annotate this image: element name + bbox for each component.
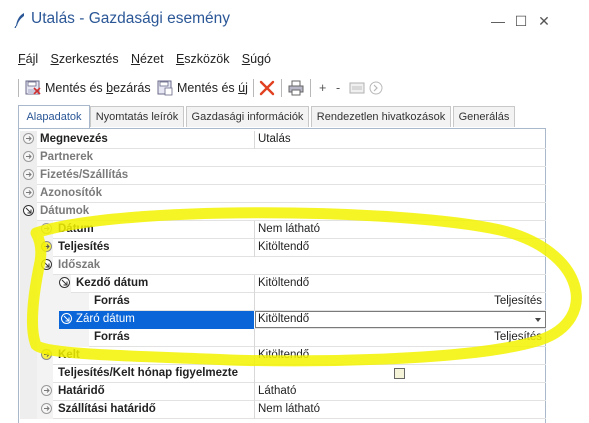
value-dropdown[interactable]: Kitöltendő [255, 311, 546, 328]
grid-row-megnevezes[interactable]: Megnevezés Utalás [20, 131, 546, 149]
menu-help[interactable]: Súgó [242, 52, 271, 66]
dropdown-value: Kitöltendő [258, 313, 310, 325]
collapse-arrow-icon[interactable] [41, 259, 52, 270]
save-and-new-button[interactable]: Mentés és új [157, 78, 248, 98]
save-new-icon [157, 80, 173, 96]
row-label: Dátum [58, 223, 94, 235]
save-and-close-button[interactable]: Mentés és bezárás [25, 78, 151, 98]
row-value[interactable]: Utalás [258, 133, 291, 145]
row-label: Határidő [58, 385, 105, 397]
grid-row-teljesites[interactable]: Teljesítés Kitöltendő [20, 239, 546, 257]
menu-tools[interactable]: Eszközök [176, 52, 230, 66]
export-button[interactable] [349, 78, 369, 98]
grid-row-datumok[interactable]: Dátumok [20, 203, 546, 221]
warning-checkbox[interactable] [394, 368, 405, 379]
grid-row-szallitasi-hatarido[interactable]: Szállítási határidő Nem látható [20, 401, 546, 419]
menu-view[interactable]: Nézet [131, 52, 164, 66]
collapse-arrow-icon[interactable] [59, 277, 70, 288]
feather-pen-icon [14, 13, 24, 28]
toolbar-separator [253, 79, 254, 97]
row-value[interactable]: Nem látható [258, 403, 320, 415]
grid-row-fizetes-szallitas[interactable]: Fizetés/Szállítás [20, 167, 546, 185]
grid-row-forras[interactable]: Forrás Teljesítés [20, 329, 546, 347]
row-label: Partnerek [40, 151, 94, 163]
row-value[interactable]: Kitöltendő [258, 277, 309, 289]
toolbar: Mentés és bezárás Mentés és új + - [18, 78, 578, 98]
chevron-down-icon[interactable] [535, 318, 541, 322]
grid-row-zaro-datum-selected[interactable]: Záró dátum Kitöltendő [20, 311, 546, 329]
grid-row-kezdo-datum[interactable]: Kezdő dátum Kitöltendő [20, 275, 546, 293]
printer-icon [288, 80, 304, 96]
zoom-out-button[interactable]: - [336, 78, 340, 98]
grid-row-partnerek[interactable]: Partnerek [20, 149, 546, 167]
collapse-arrow-icon[interactable] [23, 205, 34, 216]
row-label: Záró dátum [76, 313, 135, 325]
menu-file[interactable]: Fájl [18, 52, 38, 66]
export-icon [349, 82, 365, 94]
window-title: Utalás - Gazdasági esemény [31, 10, 231, 27]
grid-row-idoszak[interactable]: Időszak [20, 257, 546, 275]
tab-nyomtatas-leirok[interactable]: Nyomtatás leírók [90, 106, 184, 127]
grid-row-kelt[interactable]: Kelt Kitöltendő [20, 347, 546, 365]
expand-arrow-icon[interactable] [41, 403, 52, 414]
tab-generalas[interactable]: Generálás [453, 106, 515, 127]
expand-arrow-icon[interactable] [23, 151, 34, 162]
save-close-icon [25, 80, 41, 95]
row-label: Kezdő dátum [76, 277, 149, 289]
expand-arrow-icon[interactable] [23, 169, 34, 180]
minimize-button[interactable]: — [489, 13, 507, 29]
row-value[interactable]: Teljesítés [494, 331, 542, 343]
delete-x-icon [259, 80, 275, 96]
print-button[interactable] [288, 78, 308, 98]
expand-arrow-icon[interactable] [23, 187, 34, 198]
collapse-arrow-icon[interactable] [61, 313, 72, 324]
expand-arrow-icon[interactable] [41, 385, 52, 396]
row-label: Azonosítók [40, 187, 102, 199]
toolbar-separator [281, 79, 282, 97]
row-label: Forrás [94, 295, 130, 307]
row-value[interactable]: Nem látható [258, 223, 320, 235]
grid-row-honap-figyelmeztetes[interactable]: Teljesítés/Kelt hónap figyelmezte [20, 365, 546, 383]
row-label: Dátumok [40, 205, 90, 217]
tab-gazdasagi-informaciok[interactable]: Gazdasági információk [186, 106, 309, 127]
tab-alapadatok[interactable]: Alapadatok [18, 105, 90, 128]
expand-arrow-icon[interactable] [41, 223, 52, 234]
row-label: Szállítási határidő [58, 403, 156, 415]
expand-arrow-icon[interactable] [41, 349, 52, 360]
menu-bar: Fájl Szerkesztés Nézet Eszközök Súgó [18, 52, 280, 70]
maximize-button[interactable]: ☐ [512, 13, 530, 30]
close-window-button[interactable]: ✕ [535, 13, 553, 30]
row-value[interactable]: Kitöltendő [258, 349, 309, 361]
row-label: Időszak [58, 259, 101, 271]
refresh-circle-icon [369, 81, 383, 95]
row-label: Megnevezés [40, 133, 108, 145]
menu-edit[interactable]: Szerkesztés [51, 52, 119, 66]
row-value[interactable]: Teljesítés [494, 295, 542, 307]
row-value[interactable]: Kitöltendő [258, 241, 309, 253]
row-label: Teljesítés/Kelt hónap figyelmezte [58, 367, 239, 379]
grid-row-azonositok[interactable]: Azonosítók [20, 185, 546, 203]
grid-row-datum[interactable]: Dátum Nem látható [20, 221, 546, 239]
toolbar-separator [18, 79, 19, 97]
title-bar: Utalás - Gazdasági esemény — ☐ ✕ [0, 0, 589, 40]
grid-row-hatarido[interactable]: Határidő Látható [20, 383, 546, 401]
zoom-in-button[interactable]: + [319, 78, 326, 98]
row-label: Forrás [94, 331, 130, 343]
row-label: Teljesítés [58, 241, 110, 253]
tab-rendezetlen-hivatkozasok[interactable]: Rendezetlen hivatkozások [311, 106, 451, 127]
toolbar-separator [310, 79, 311, 97]
expand-arrow-icon[interactable] [41, 241, 52, 252]
row-value[interactable]: Látható [258, 385, 296, 397]
row-label: Kelt [58, 349, 80, 361]
delete-button[interactable] [259, 78, 279, 98]
grid-row-forras[interactable]: Forrás Teljesítés [20, 293, 546, 311]
expand-arrow-icon [23, 133, 34, 144]
row-label: Fizetés/Szállítás [40, 169, 129, 181]
refresh-button[interactable] [369, 78, 387, 98]
